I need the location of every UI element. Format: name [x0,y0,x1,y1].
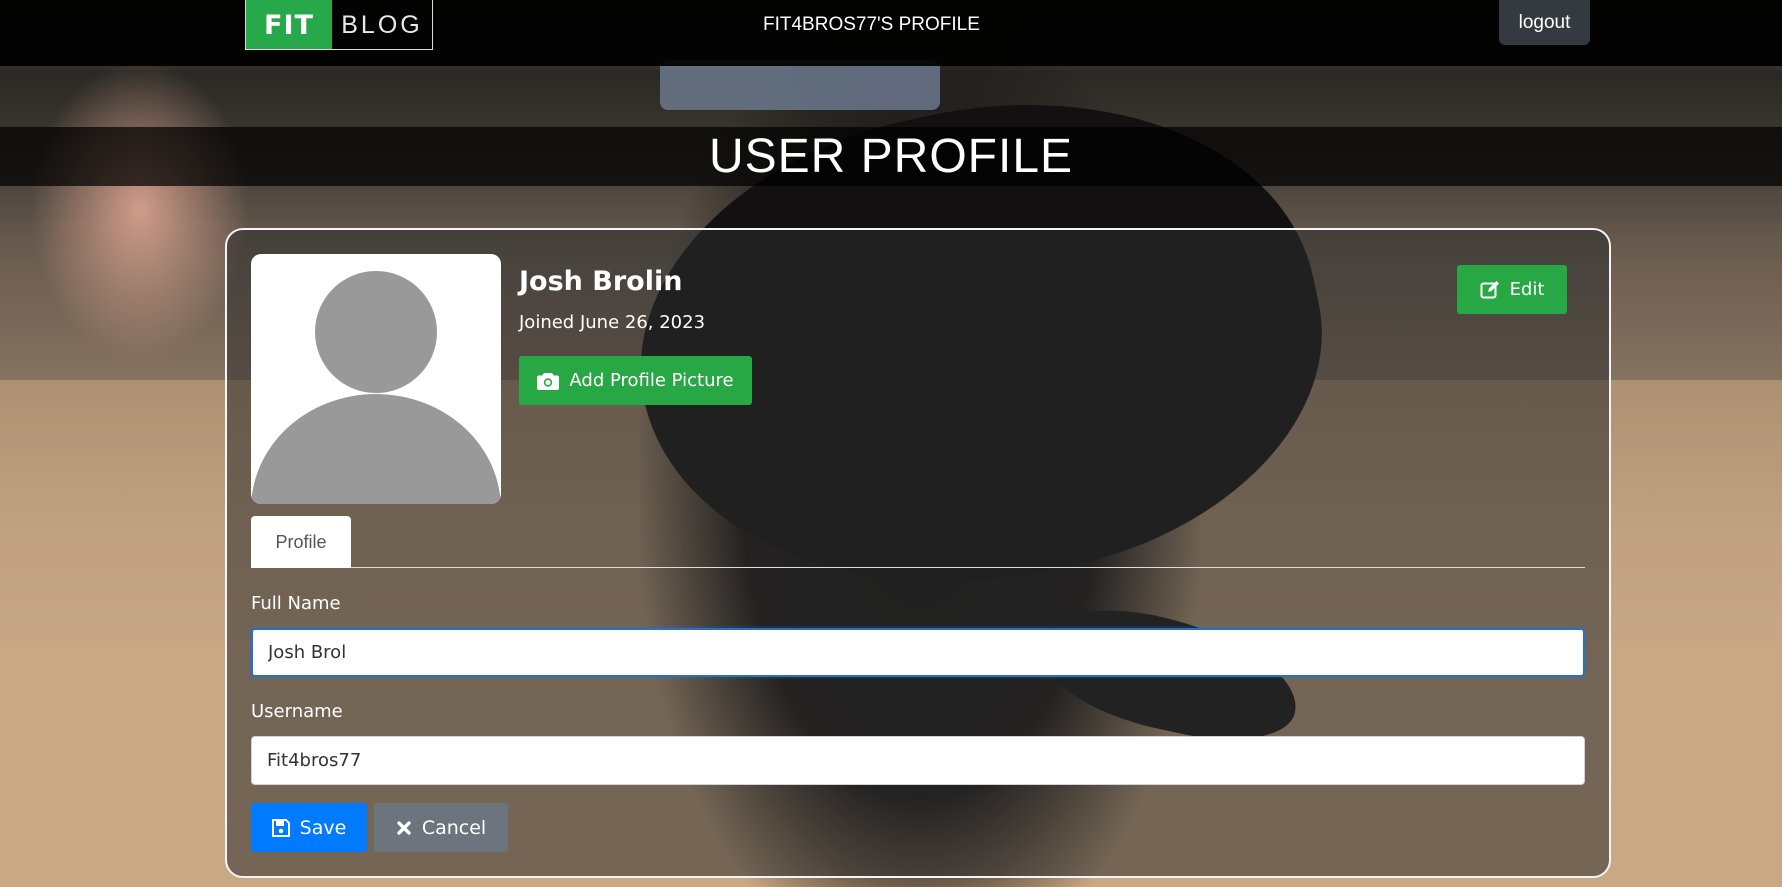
username-input[interactable] [251,736,1585,785]
edit-label: Edit [1509,279,1545,300]
brand-blog-label: BLOG [341,10,423,39]
nav-profile-title: FIT4BROS77'S PROFILE [763,14,980,35]
add-profile-picture-button[interactable]: Add Profile Picture [519,356,752,405]
add-profile-picture-label: Add Profile Picture [569,370,734,391]
profile-card: Josh Brolin Joined June 26, 2023 Add Pro… [225,228,1611,878]
username-label: Username [251,701,343,722]
save-label: Save [299,816,347,839]
edit-icon [1480,280,1500,300]
logout-button[interactable]: logout [1499,0,1590,45]
save-button[interactable]: Save [251,803,367,852]
x-icon [396,820,412,836]
page-title: USER PROFILE [708,130,1074,183]
top-navbar: FIT BLOG FIT4BROS77'S PROFILE logout [0,0,1782,66]
joined-date: Joined June 26, 2023 [519,312,706,333]
avatar-placeholder [251,254,501,504]
avatar-body-shape [251,394,501,504]
full-name-label: Full Name [251,593,341,614]
full-name-input[interactable] [251,628,1585,677]
floppy-disk-icon [271,818,290,837]
page-header: USER PROFILE [0,127,1782,186]
user-name: Josh Brolin [519,266,683,297]
brand-fit-label: FIT [246,0,332,49]
edit-button[interactable]: Edit [1457,265,1567,314]
tab-bar: Profile [251,516,1585,568]
cancel-label: Cancel [421,816,487,839]
camera-icon [537,372,560,390]
cancel-button[interactable]: Cancel [374,803,508,852]
tab-profile[interactable]: Profile [251,516,351,568]
avatar-head-shape [315,271,437,393]
brand-logo[interactable]: FIT BLOG [245,0,433,50]
